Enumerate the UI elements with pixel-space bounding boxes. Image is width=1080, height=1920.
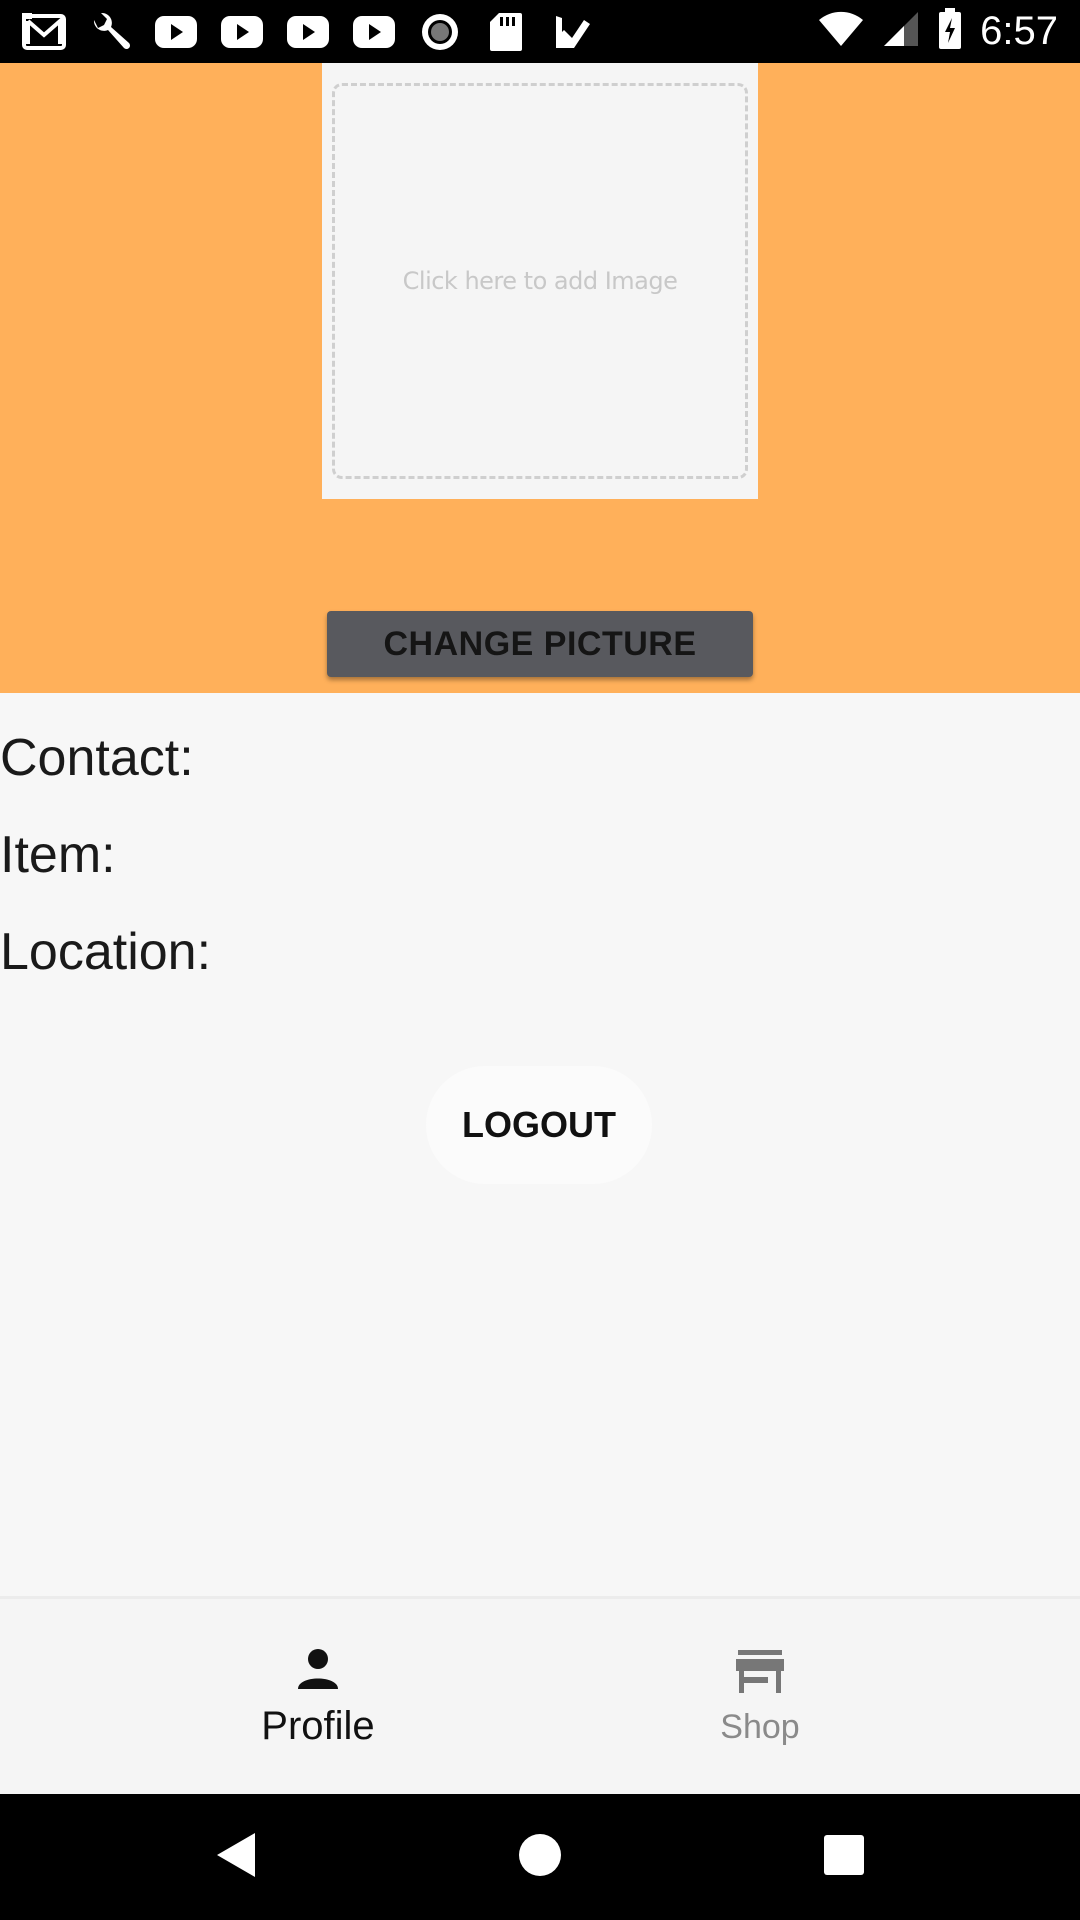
back-icon (215, 1831, 257, 1884)
image-placeholder-text: Click here to add Image (402, 267, 678, 295)
wifi-icon (818, 10, 864, 53)
home-icon (518, 1833, 562, 1882)
nav-item-label: Profile (261, 1704, 375, 1748)
profile-screen: 6:57 Click here to add Image CHANGE PICT… (0, 0, 1080, 1920)
store-icon (735, 1649, 785, 1700)
contact-label: Contact: (0, 729, 194, 787)
sd-card-icon (484, 12, 528, 51)
youtube-icon (286, 13, 330, 51)
status-bar: 6:57 (0, 0, 1080, 63)
item-label: Item: (0, 826, 116, 884)
system-navigation-bar (0, 1794, 1080, 1920)
location-label: Location: (0, 923, 212, 981)
logout-button[interactable]: LOGOUT (426, 1066, 652, 1184)
bottom-navigation: Profile Shop (0, 1596, 1080, 1794)
profile-header: Click here to add Image CHANGE PICTURE (0, 63, 1080, 693)
change-picture-button[interactable]: CHANGE PICTURE (327, 611, 753, 677)
battery-charging-icon (938, 8, 962, 55)
checkmark-app-icon (550, 13, 594, 51)
youtube-icon (352, 13, 396, 51)
person-icon (296, 1647, 340, 1696)
wrench-icon (88, 12, 132, 51)
clock: 6:57 (980, 9, 1058, 53)
nav-item-label: Shop (720, 1708, 800, 1746)
image-drop-zone[interactable]: Click here to add Image (332, 83, 748, 479)
nav-item-shop[interactable]: Shop (540, 1599, 980, 1797)
home-button[interactable] (480, 1794, 600, 1920)
youtube-icon (220, 13, 264, 51)
status-right: 6:57 (818, 0, 1058, 63)
back-button[interactable] (176, 1794, 296, 1920)
youtube-icon (154, 13, 198, 51)
profile-image-picker[interactable]: Click here to add Image (322, 63, 758, 499)
recents-icon (824, 1834, 864, 1880)
recents-button[interactable] (784, 1794, 904, 1920)
signal-icon (882, 10, 920, 53)
notification-icons (0, 12, 594, 51)
gmail-icon (22, 12, 66, 51)
record-icon (418, 13, 462, 51)
